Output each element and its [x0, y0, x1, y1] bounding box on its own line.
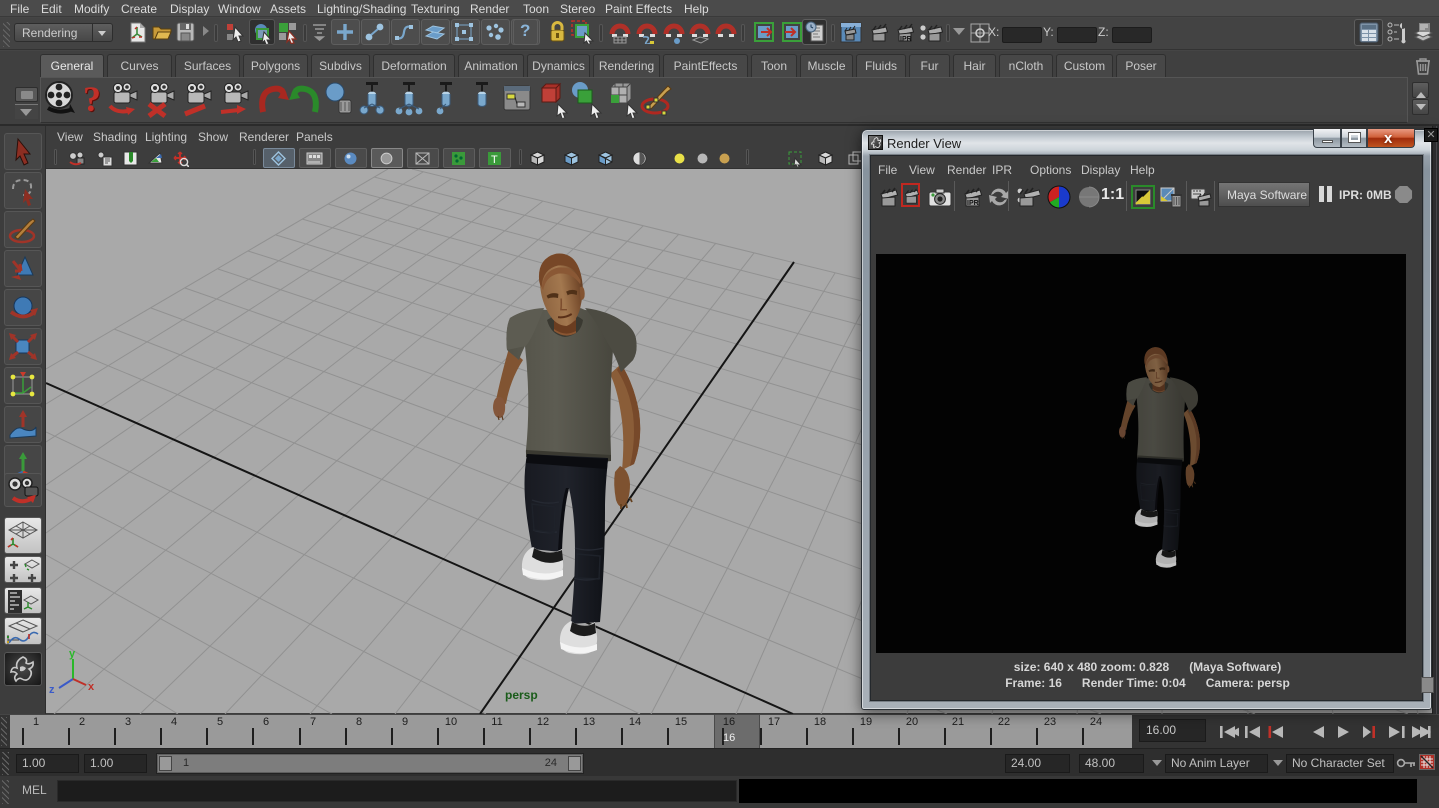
svg-text:z: z — [49, 684, 55, 696]
svg-text:IPR: IPR — [900, 36, 912, 43]
svg-text:y: y — [69, 649, 76, 660]
svg-text:T: T — [491, 154, 498, 166]
svg-text:x: x — [88, 681, 95, 693]
svg-text:IPR: IPR — [967, 200, 979, 207]
